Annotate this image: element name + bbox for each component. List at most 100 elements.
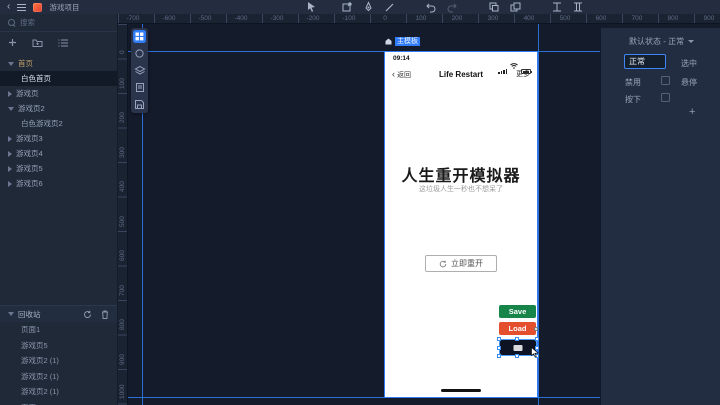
ruler-label: -700 [126,15,140,22]
selection-handle[interactable] [497,345,501,350]
page-tree-item[interactable]: 游戏页5 [0,161,117,176]
align-vertical-icon[interactable] [551,1,563,13]
chevron-down-icon[interactable] [8,61,14,66]
pages-icon[interactable] [133,81,146,94]
status-time: 09:14 [393,55,410,62]
state-pressed-checkbox[interactable] [661,93,670,102]
state-hover[interactable]: 悬停 [681,77,697,88]
guide-horizontal-top[interactable] [128,51,628,52]
ruler-label: 200 [119,112,126,123]
artboard-name[interactable]: 主模板 [395,37,420,46]
align-horizontal-icon[interactable] [572,1,584,13]
recycle-bin-item[interactable]: 游戏页2 (1) [0,384,117,400]
recycle-bin-item[interactable]: 游戏页2 (1) [0,369,117,385]
widget-tool-strip [131,28,148,113]
load-button[interactable]: Load [499,322,538,335]
ruler-label: 100 [119,77,126,89]
page-label: 游戏页 [16,89,39,98]
add-folder-icon[interactable] [32,34,43,52]
selection-handle[interactable] [515,354,519,358]
widgets-icon[interactable] [133,30,146,43]
state-selected[interactable]: 选中 [681,58,697,69]
page-tree-item[interactable]: 游戏页 [0,86,117,101]
recycle-bin-title: 回收站 [18,309,41,319]
add-page-icon[interactable] [8,34,17,52]
state-name-input[interactable]: 正常 [624,54,666,69]
selection-handle[interactable] [497,354,501,358]
add-state-button[interactable]: + [689,106,695,118]
page-tree-item[interactable]: 首页 [0,56,117,71]
list-view-icon[interactable] [58,34,68,52]
page-tree-item[interactable]: 白色首页 [0,71,117,86]
ruler-label: 700 [119,284,126,296]
back-icon[interactable]: ‹ [7,2,10,12]
chevron-down-icon [688,40,695,43]
recycle-bin-item[interactable]: 游戏页5 [0,338,117,354]
recycle-bin-header[interactable]: 回收站 [0,305,117,322]
recycle-bin-item[interactable]: 页面1 [0,322,117,338]
selection-handle[interactable] [497,337,501,341]
artboard-tool-icon[interactable] [341,1,353,13]
state-disabled[interactable]: 禁用 [625,77,641,88]
phone-artboard[interactable]: 09:14 ‹ 返回 Life Restart 更多 人生重开模拟器 这垃圾人生一… [384,51,539,398]
redo-icon[interactable] [446,1,458,13]
restart-button[interactable]: 立即重开 [425,255,497,272]
selection-handle[interactable] [535,337,539,341]
trash-icon[interactable] [101,310,109,319]
state-disabled-checkbox[interactable] [661,76,670,85]
default-state-header[interactable]: 默认状态 - 正常 [629,36,695,47]
page-tree-item[interactable]: 白色游戏页2 [0,116,117,131]
home-indicator [441,388,481,392]
layers-icon[interactable] [133,64,146,77]
state-pressed[interactable]: 按下 [625,94,641,105]
ruler-label: 0 [119,50,126,54]
chevron-right-icon[interactable] [8,135,12,142]
line-tool-icon[interactable] [383,1,395,13]
resize-handle[interactable] [534,326,538,331]
page-tree-item[interactable]: 游戏页6 [0,176,117,191]
page-tree-item[interactable]: 游戏页2 [0,101,117,116]
chevron-down-icon[interactable] [8,106,14,111]
ruler-label: 700 [631,15,643,22]
search-box[interactable]: 搜索 [0,14,117,32]
artboard-label[interactable]: 主模板 [385,37,420,46]
restore-icon[interactable] [83,310,92,319]
page-label: 游戏页6 [16,179,43,188]
app-logo [33,2,43,12]
undo-icon[interactable] [425,1,437,13]
chevron-right-icon[interactable] [8,150,12,157]
ruler-label: 900 [703,15,715,22]
chevron-right-icon[interactable] [8,180,12,187]
ruler-label: 800 [667,15,679,22]
recycle-bin-item[interactable]: 游戏页2 (1) [0,353,117,369]
recycle-bin-item[interactable]: 页面1 [0,400,117,405]
back-button[interactable]: ‹ 返回 [392,69,411,80]
page-label: 白色游戏页2 [21,119,63,128]
chevron-down-icon [8,312,14,316]
more-button[interactable]: 更多 [516,69,530,79]
selected-widget[interactable] [497,337,539,358]
ruler-label: 400 [119,181,126,192]
boolean-group-icon[interactable] [488,1,500,13]
cursor-tool-icon[interactable] [305,1,317,13]
ruler-label: -400 [234,15,248,22]
ruler-label: 300 [487,15,499,22]
ruler-label: 0 [383,15,387,22]
shapes-icon[interactable] [133,47,146,60]
page-tree-item[interactable]: 游戏页4 [0,146,117,161]
chevron-right-icon[interactable] [8,90,12,97]
horizontal-ruler[interactable]: -700 -600 -500 -400 -300 -200 -100 0 100 200 300 40… [118,14,720,24]
assets-icon[interactable] [133,98,146,111]
chevron-right-icon[interactable] [8,165,12,172]
page-tree-item[interactable]: 游戏页3 [0,131,117,146]
menu-icon[interactable] [17,3,27,11]
ruler-label: 200 [451,15,463,22]
guide-horizontal-bottom[interactable] [128,397,628,398]
selection-handle[interactable] [515,337,519,341]
pen-tool-icon[interactable] [362,1,374,13]
game-subtitle: 这垃圾人生一秒也不想呆了 [419,186,503,193]
ruler-label: 100 [415,15,427,22]
save-button[interactable]: Save [499,305,536,318]
vertical-ruler[interactable]: 0 100 200 300 400 500 600 700 800 900 1000 [118,24,128,405]
component-icon[interactable] [509,1,521,13]
